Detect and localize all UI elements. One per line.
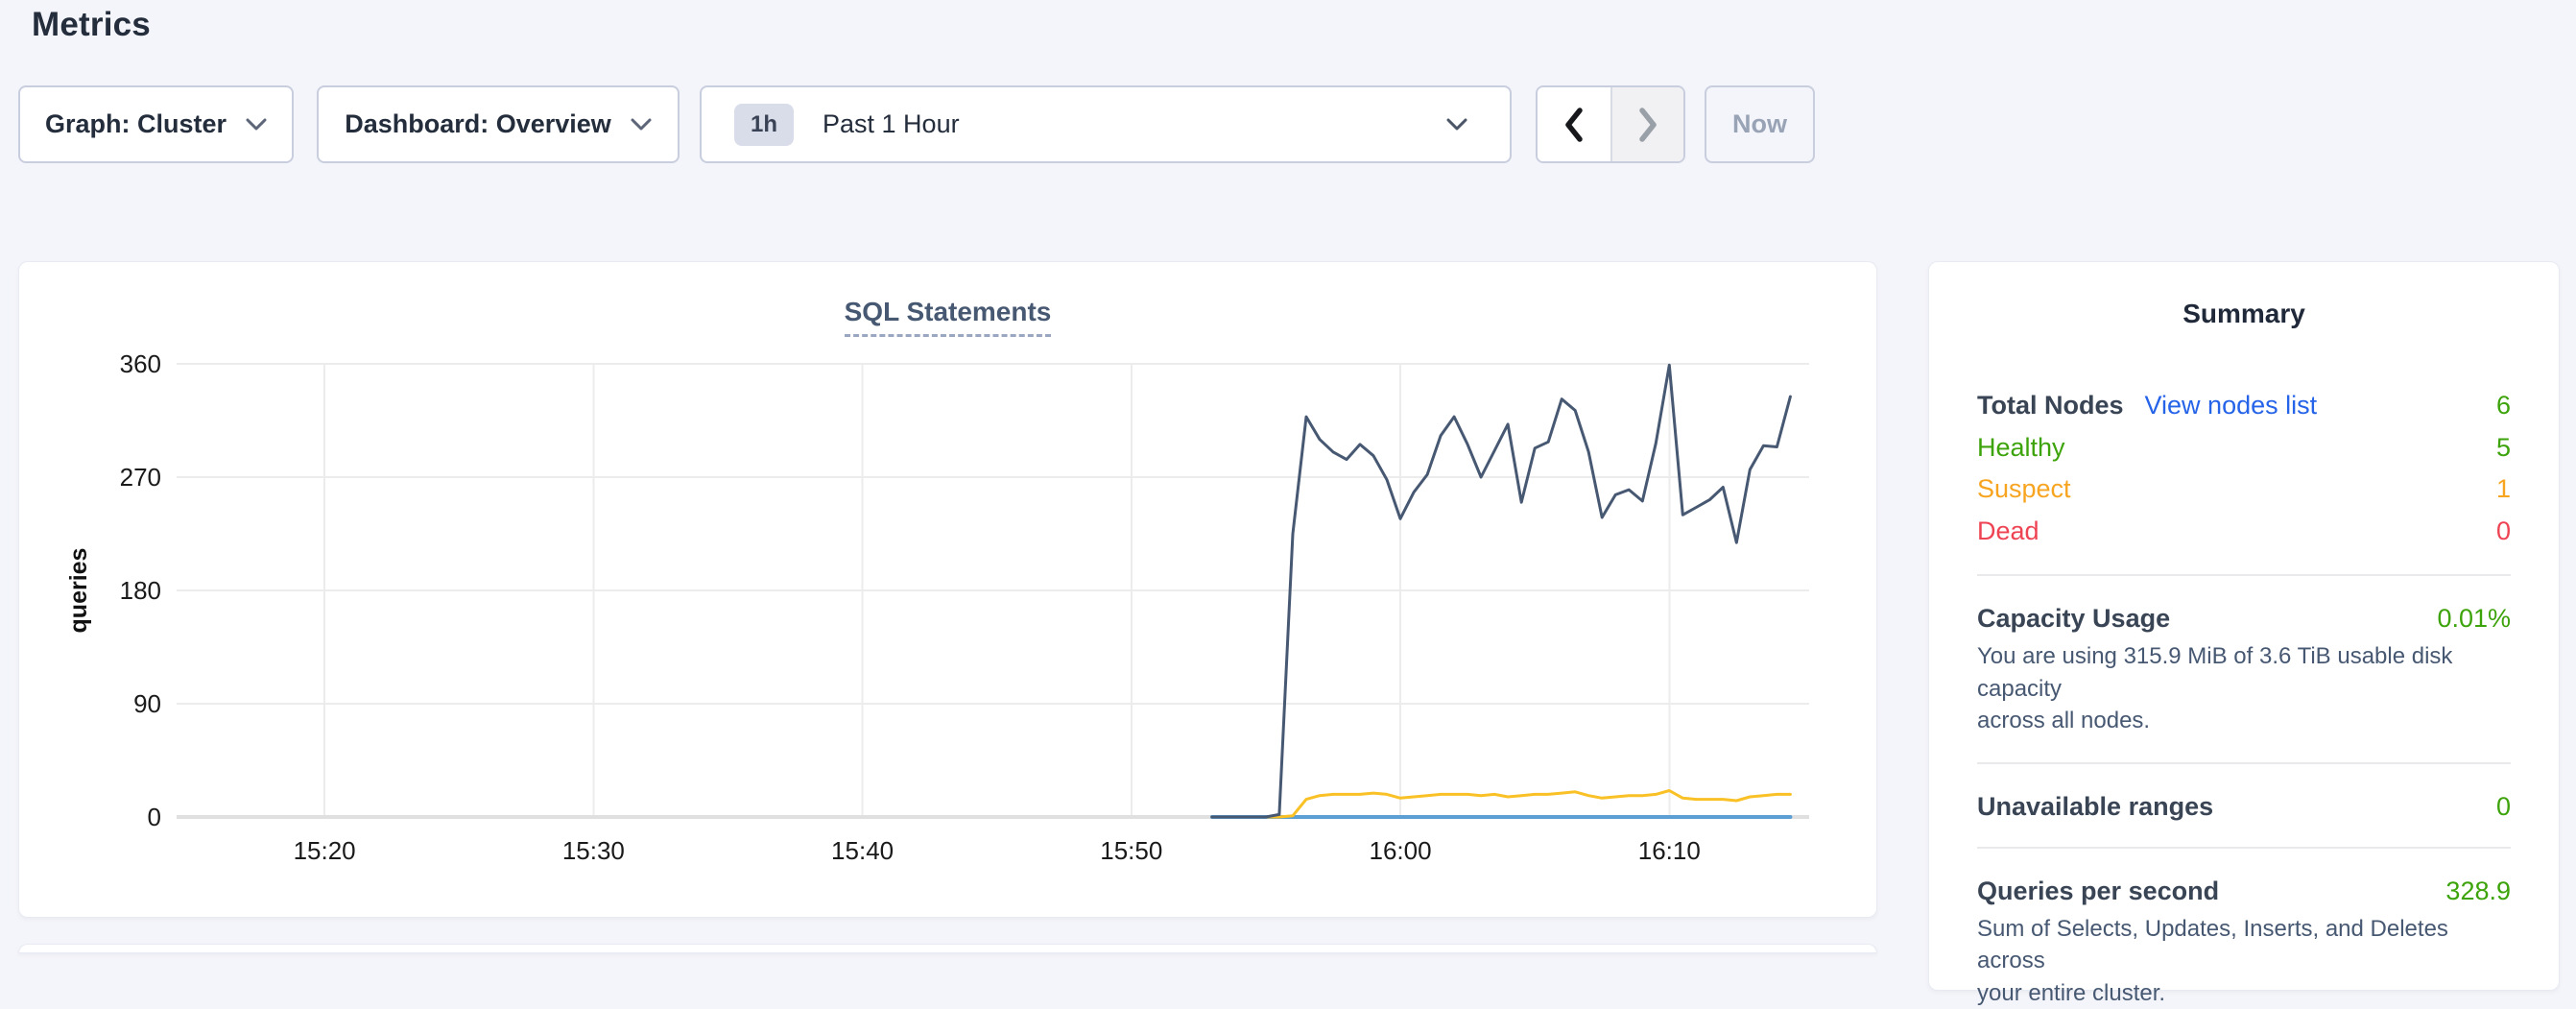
sql-statements-chart-card: SQL Statements 15:2015:3015:4015:5016:00…: [18, 261, 1877, 918]
summary-divider: [1977, 762, 2511, 764]
summary-metric-description: Sum of Selects, Updates, Inserts, and De…: [1977, 913, 2511, 1009]
graph-dropdown-label: Graph: Cluster: [45, 109, 227, 139]
summary-metric-value: 0.01%: [2437, 604, 2511, 634]
summary-metric-description: You are using 315.9 MiB of 3.6 TiB usabl…: [1977, 640, 2511, 737]
summary-metric-row: Queries per second 328.9: [1977, 877, 2511, 909]
graph-dropdown[interactable]: Graph: Cluster: [18, 85, 294, 163]
summary-metric-value: 328.9: [2445, 877, 2511, 906]
summary-sections: Capacity Usage 0.01% You are using 315.9 M…: [1977, 574, 2511, 1009]
summary-metric-row: Capacity Usage 0.01%: [1977, 604, 2511, 637]
x-tick-label: 16:00: [1370, 836, 1432, 865]
y-tick-label: 360: [120, 349, 161, 378]
now-button[interactable]: Now: [1705, 85, 1815, 163]
summary-metric-row: Unavailable ranges 0: [1977, 792, 2511, 825]
node-status-rows: Total NodesView nodes list6Healthy5Suspe…: [1977, 385, 2511, 552]
node-status-label: Dead: [1977, 511, 2039, 553]
chevron-down-icon: [631, 118, 652, 132]
node-status-label: Total Nodes: [1977, 385, 2124, 427]
y-tick-label: 90: [133, 689, 161, 718]
y-axis-label: queries: [65, 548, 92, 634]
node-status-label: Healthy: [1977, 427, 2065, 469]
x-tick-label: 15:20: [294, 836, 356, 865]
next-chart-card: [18, 944, 1877, 953]
x-tick-label: 15:30: [562, 836, 625, 865]
time-range-badge: 1h: [734, 104, 794, 146]
time-step-button-group: [1536, 85, 1685, 163]
time-range-selector[interactable]: 1h Past 1 Hour: [700, 85, 1512, 163]
dashboard-dropdown-label: Dashboard: Overview: [345, 109, 611, 139]
summary-divider: [1977, 574, 2511, 576]
dashboard-dropdown[interactable]: Dashboard: Overview: [317, 85, 680, 163]
metrics-page: Metrics Graph: Cluster Dashboard: Overvi…: [0, 0, 2576, 950]
prev-time-button[interactable]: [1538, 87, 1610, 161]
summary-panel: Summary Total NodesView nodes list6Healt…: [1928, 261, 2560, 991]
summary-divider: [1977, 847, 2511, 849]
x-tick-label: 16:10: [1638, 836, 1701, 865]
chevron-left-icon: [1562, 106, 1586, 144]
node-status-row: Total Nodes View nodes list 6: [1977, 385, 2511, 427]
node-status-row: Suspect 1: [1977, 468, 2511, 511]
node-status-label: Suspect: [1977, 468, 2071, 511]
y-tick-label: 0: [148, 803, 161, 831]
chevron-right-icon: [1635, 106, 1660, 144]
summary-metric-value: 0: [2496, 792, 2511, 822]
time-range-label: Past 1 Hour: [823, 109, 960, 139]
x-tick-label: 15:50: [1100, 836, 1162, 865]
node-status-value: 6: [2496, 385, 2511, 427]
page-title: Metrics: [32, 6, 151, 44]
series-yellow-line: [1212, 791, 1791, 818]
chevron-down-icon: [1446, 118, 1467, 132]
next-time-button[interactable]: [1610, 87, 1683, 161]
node-status-value: 0: [2496, 511, 2511, 553]
y-tick-label: 270: [120, 463, 161, 492]
summary-metric-label: Queries per second: [1977, 877, 2219, 906]
chevron-down-icon: [246, 118, 267, 132]
node-status-value: 5: [2496, 427, 2511, 469]
summary-title: Summary: [1977, 299, 2511, 331]
node-status-row: Dead 0: [1977, 511, 2511, 553]
y-tick-label: 180: [120, 576, 161, 605]
summary-metric-label: Capacity Usage: [1977, 604, 2170, 634]
node-status-value: 1: [2496, 468, 2511, 511]
x-tick-label: 15:40: [831, 836, 894, 865]
node-status-row: Healthy 5: [1977, 427, 2511, 469]
sql-statements-chart: 15:20 15:30 15:40 15:50 16:00 16:10 0 90 180 270 3…: [19, 262, 1878, 919]
view-nodes-list-link[interactable]: View nodes list: [2145, 385, 2318, 427]
summary-metric-label: Unavailable ranges: [1977, 792, 2213, 822]
